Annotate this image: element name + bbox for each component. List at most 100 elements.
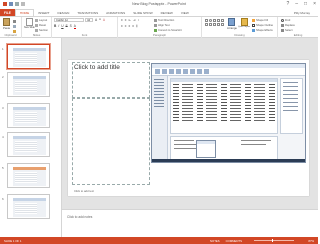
notes-pane[interactable]: Click to add notes: [62, 209, 318, 237]
user-name[interactable]: Pilly Murray: [294, 11, 318, 15]
replace-button[interactable]: Replace: [281, 23, 295, 27]
shadow-icon[interactable]: S: [70, 24, 72, 29]
shape-textbox-icon[interactable]: [205, 23, 208, 26]
arrange-button[interactable]: Arrange: [227, 18, 237, 30]
tab-transitions[interactable]: TRANSITIONS: [73, 9, 102, 16]
thumbnail-slide-2[interactable]: [7, 72, 50, 97]
copy-icon: [13, 24, 16, 28]
slide-count: SLIDE 1 OF 1: [4, 239, 22, 243]
increase-indent-icon[interactable]: ⇥: [133, 18, 136, 22]
thumbnail-number: 3: [2, 106, 4, 110]
shape-fill-button[interactable]: Shape Fill: [252, 18, 268, 22]
layout-button[interactable]: Layout: [35, 18, 47, 22]
maximize-icon[interactable]: □: [304, 1, 307, 7]
underline-icon[interactable]: U: [61, 24, 63, 29]
text-direction-button[interactable]: Text Direction: [154, 18, 174, 22]
shape-callout-icon[interactable]: [209, 23, 212, 26]
thumbnail-slide-4[interactable]: [7, 132, 50, 157]
new-slide-button[interactable]: New Slide: [24, 18, 35, 29]
tab-file[interactable]: FILE: [0, 9, 15, 16]
thumbnail-slide-1[interactable]: [6, 43, 51, 70]
thumbnail-number: 4: [2, 135, 4, 139]
thumbnail-slide-5[interactable]: [7, 163, 50, 188]
new-slide-icon: [25, 18, 33, 26]
minimize-icon[interactable]: –: [295, 1, 298, 7]
cut-button[interactable]: [13, 19, 16, 23]
shape-arrow-icon[interactable]: [217, 19, 220, 22]
convert-smartart-button[interactable]: Convert to SmartArt: [154, 28, 182, 32]
zoom-slider-handle[interactable]: [272, 239, 273, 242]
clear-formatting-icon[interactable]: A: [103, 18, 105, 22]
tab-design[interactable]: DESIGN: [53, 9, 73, 16]
notes-button[interactable]: NOTES: [210, 239, 220, 243]
grow-font-icon[interactable]: A: [95, 18, 97, 22]
help-icon[interactable]: ?: [286, 1, 289, 7]
italic-icon[interactable]: I: [58, 24, 59, 29]
shapes-gallery[interactable]: [205, 19, 224, 26]
shape-star-icon[interactable]: [213, 23, 216, 26]
tab-slide-show[interactable]: SLIDE SHOW: [129, 9, 156, 16]
shape-outline-button[interactable]: Shape Outline: [252, 23, 273, 27]
close-icon[interactable]: ×: [313, 1, 316, 7]
bold-icon[interactable]: B: [54, 24, 56, 29]
thumbnail-number: 1: [2, 47, 4, 51]
tab-view[interactable]: VIEW: [177, 9, 193, 16]
shape-effects-button[interactable]: Shape Effects: [252, 28, 273, 32]
embedded-screenshot-image[interactable]: [151, 63, 306, 163]
strikethrough-icon[interactable]: S: [66, 24, 68, 29]
tab-insert[interactable]: INSERT: [34, 9, 53, 16]
reset-icon: [35, 23, 38, 27]
tab-review[interactable]: REVIEW: [157, 9, 177, 16]
zoom-level[interactable]: 87%: [308, 239, 314, 243]
line-spacing-icon[interactable]: ↕: [138, 18, 140, 22]
zoom-slider[interactable]: [254, 239, 294, 242]
paste-button[interactable]: Paste: [3, 18, 10, 30]
columns-icon[interactable]: ⫼: [136, 24, 137, 28]
cut-icon: [13, 19, 16, 23]
shrink-font-icon[interactable]: A: [99, 18, 101, 22]
justify-icon[interactable]: ≡: [132, 24, 134, 28]
current-slide[interactable]: Click to add title Click to add text: [68, 60, 309, 196]
bullets-icon[interactable]: ≡: [121, 18, 123, 22]
tab-animations[interactable]: ANIMATIONS: [102, 9, 129, 16]
shape-oval-icon[interactable]: [209, 19, 212, 22]
thumbnail-slide-6[interactable]: [7, 194, 50, 219]
numbering-icon[interactable]: ≡: [125, 18, 127, 22]
font-color-icon[interactable]: A: [73, 24, 76, 29]
section-button[interactable]: Section: [35, 28, 48, 32]
smartart-icon: [154, 28, 157, 32]
align-center-icon[interactable]: ≡: [125, 24, 127, 28]
find-button[interactable]: Find: [281, 18, 290, 22]
quick-styles-button[interactable]: Quick Styles: [238, 18, 250, 28]
align-buttons: ≡ ≡ ≡ ≡ ⫼: [121, 24, 137, 28]
slides-group: New Slide Layout Reset Section Slides: [22, 17, 52, 38]
align-right-icon[interactable]: ≡: [129, 24, 131, 28]
select-button[interactable]: Select: [281, 28, 292, 32]
content-placeholder[interactable]: [72, 98, 150, 185]
align-left-icon[interactable]: ≡: [121, 24, 123, 28]
thumbnail-image: [13, 76, 46, 95]
caption-placeholder[interactable]: Click to add text: [74, 189, 94, 193]
font-size-buttons: A A A: [95, 18, 105, 22]
format-buttons: B I U S S A: [54, 24, 76, 29]
notes-placeholder: Click to add notes: [67, 215, 93, 219]
font-name-box[interactable]: Calibri (H: [54, 18, 84, 22]
shape-line-icon[interactable]: [213, 19, 216, 22]
copy-button[interactable]: [13, 24, 16, 28]
title-placeholder[interactable]: Click to add title: [72, 62, 150, 98]
ribbon: Paste Clipboard New Slide Layout Reset S…: [0, 16, 318, 38]
decrease-indent-icon[interactable]: ⇤: [129, 18, 132, 22]
slide-editing-area: Click to add title Click to add text: [62, 38, 318, 209]
shape-brace-icon[interactable]: [217, 23, 220, 26]
shape-effects-icon: [252, 28, 255, 32]
thumbnail-slide-3[interactable]: [7, 103, 50, 128]
shape-more-icon[interactable]: [221, 23, 224, 26]
title-bar: New Blog Postspptx - PowerPoint ? – □ ×: [0, 0, 318, 9]
tab-home[interactable]: HOME: [14, 9, 35, 16]
comments-button[interactable]: COMMENTS: [226, 239, 242, 243]
reset-button[interactable]: Reset: [35, 23, 46, 27]
shape-rectangle-icon[interactable]: [205, 19, 208, 22]
align-text-button[interactable]: Align Text: [154, 23, 170, 27]
shape-triangle-icon[interactable]: [221, 19, 224, 22]
font-size-box[interactable]: 44: [85, 18, 93, 22]
